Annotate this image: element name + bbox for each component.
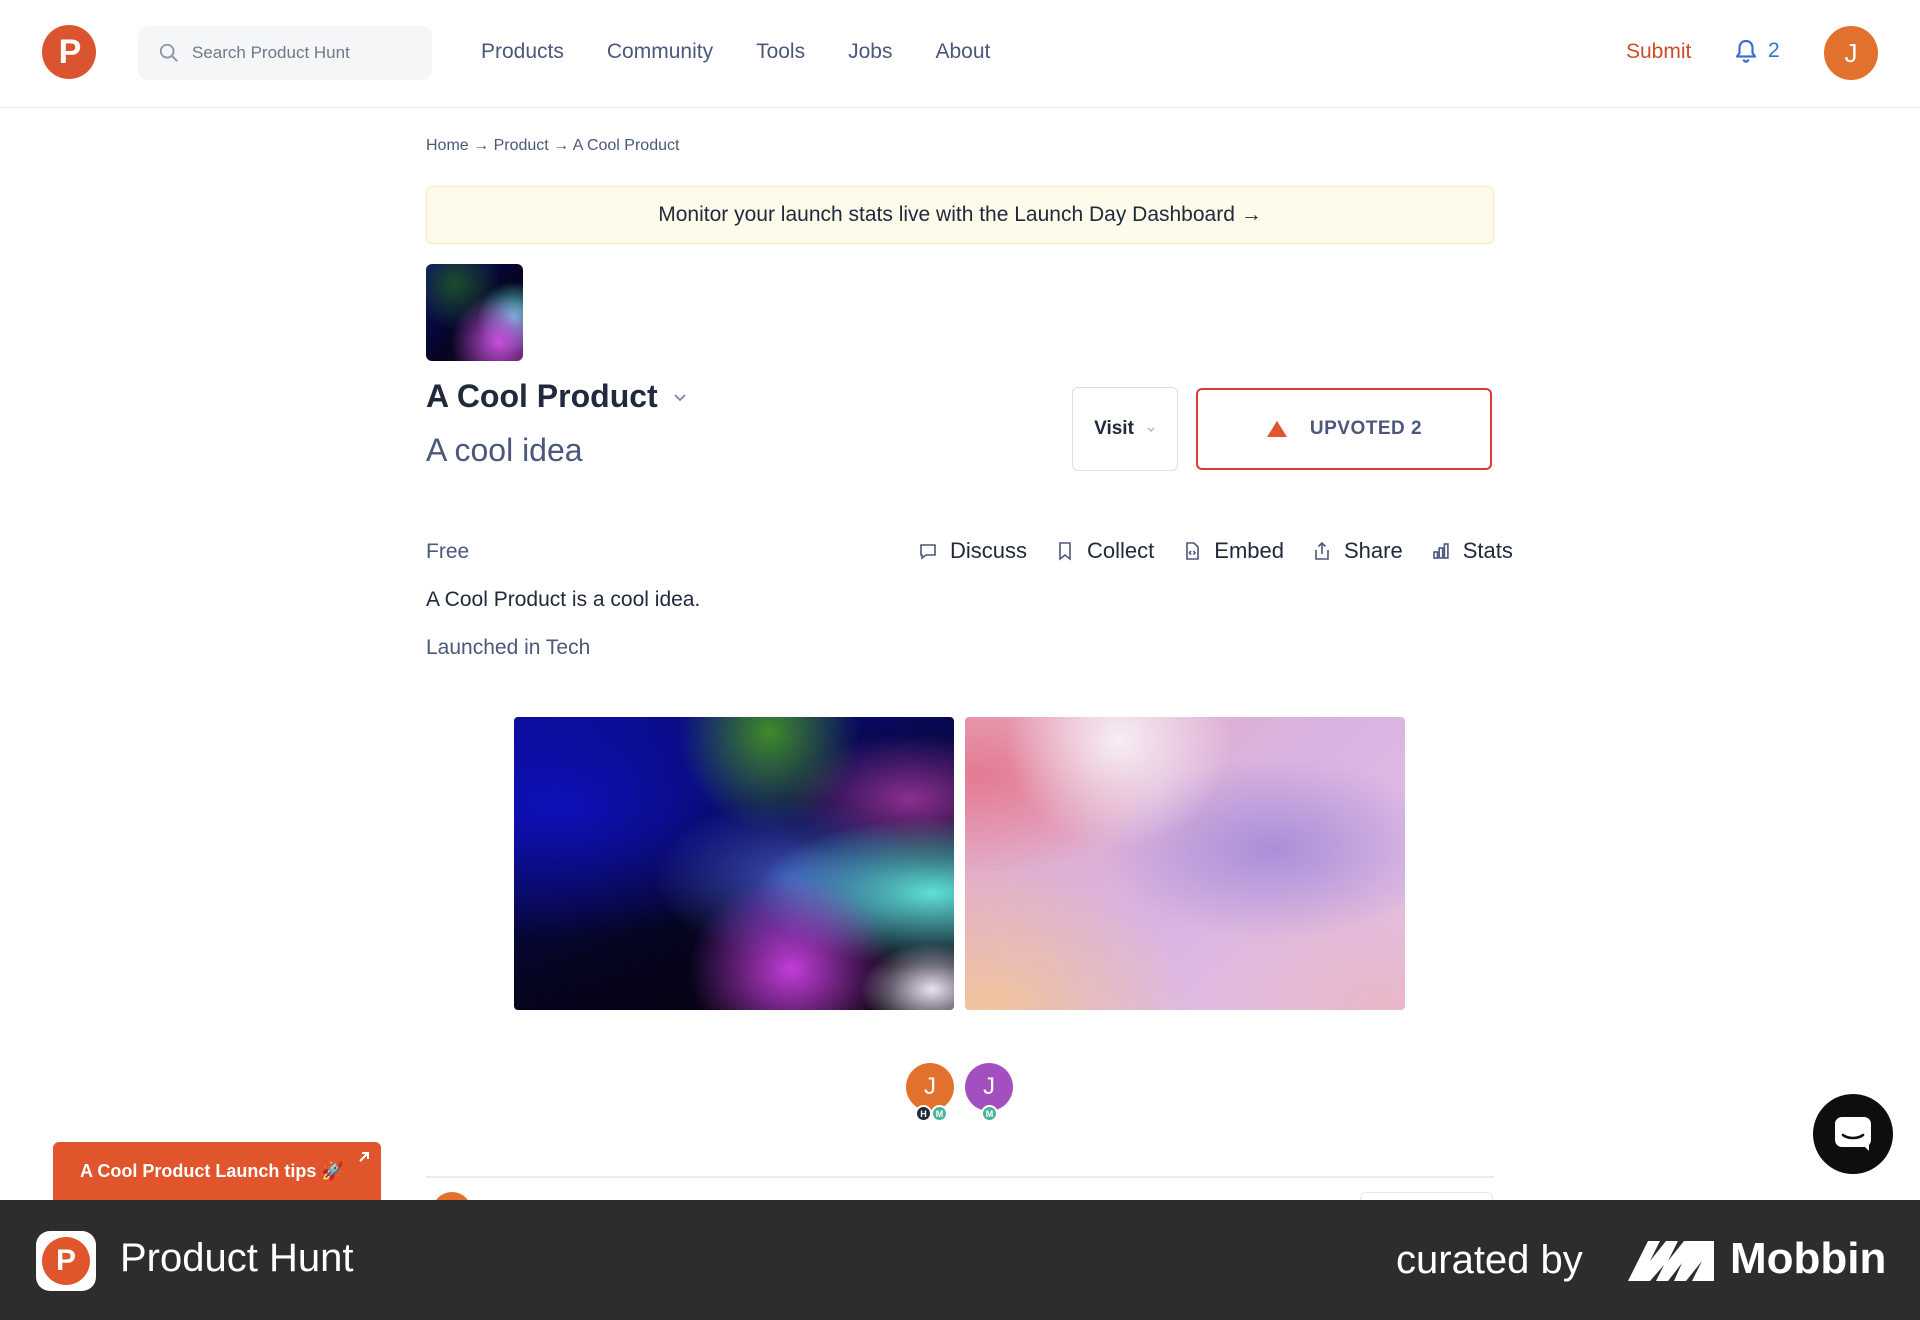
launch-tips-tab[interactable]: A Cool Product Launch tips 🚀 (53, 1142, 381, 1200)
user-avatar[interactable]: J (1824, 26, 1878, 80)
mobbin-logo-icon (1628, 1241, 1714, 1281)
maker-avatar[interactable]: J (906, 1063, 954, 1111)
search-input[interactable] (192, 43, 412, 63)
embed-label: Embed (1214, 538, 1284, 563)
search-box[interactable] (138, 26, 432, 80)
comment-icon (920, 544, 936, 560)
search-icon (159, 43, 178, 62)
mobbin-wordmark: Mobbin (1730, 1234, 1887, 1283)
product-thumbnail (426, 264, 523, 361)
launch-dashboard-banner[interactable]: Monitor your launch stats live with the … (426, 186, 1494, 244)
collect-button[interactable]: Collect (1055, 538, 1154, 564)
product-name: A Cool Product (426, 378, 658, 414)
hunter-badge: H (915, 1105, 932, 1122)
upvote-label: UPVOTED 2 (1309, 418, 1423, 439)
share-label: Share (1343, 538, 1403, 563)
product-description: A Cool Product is a cool idea. (426, 588, 701, 611)
stats-button[interactable]: Stats (1431, 538, 1513, 564)
visit-label: Visit (1094, 418, 1134, 439)
stats-label: Stats (1462, 538, 1513, 563)
product-hunt-logo[interactable]: P (42, 25, 96, 79)
discuss-label: Discuss (950, 538, 1028, 563)
external-arrow-icon (359, 1152, 369, 1162)
share-icon (1315, 541, 1329, 560)
chat-launcher[interactable] (1813, 1094, 1893, 1174)
gallery-image[interactable] (965, 717, 1405, 1010)
share-button[interactable]: Share (1312, 538, 1403, 564)
notification-count: 2 (1768, 39, 1780, 62)
nav-tools[interactable]: Tools (756, 40, 805, 64)
discuss-button[interactable]: Discuss (918, 538, 1027, 564)
visit-button[interactable]: Visit (1072, 387, 1178, 471)
nav-community[interactable]: Community (607, 40, 713, 64)
notifications-button[interactable]: 2 (1734, 38, 1780, 64)
product-tagline: A cool idea (426, 432, 583, 468)
gallery-image[interactable] (514, 717, 954, 1010)
maker-avatar[interactable]: J (965, 1063, 1013, 1111)
chevron-down-icon[interactable] (672, 389, 688, 405)
top-header: P Products Community Tools Jobs About Su… (0, 0, 1920, 108)
chat-icon (1835, 1117, 1871, 1151)
section-divider (426, 1176, 1494, 1178)
maker-badge: M (931, 1105, 948, 1122)
footer-bar: P Product Hunt curated by Mobbin (0, 1200, 1920, 1320)
upvote-button[interactable]: UPVOTED 2 (1196, 388, 1492, 470)
nav-about[interactable]: About (935, 40, 990, 64)
curated-by-label: curated by (1396, 1238, 1583, 1282)
nav-products[interactable]: Products (481, 40, 564, 64)
bell-icon (1735, 39, 1757, 63)
chevron-down-icon (1147, 427, 1155, 433)
launch-tips-label: A Cool Product Launch tips 🚀 (80, 1160, 344, 1181)
product-hunt-app-icon: P (36, 1231, 96, 1291)
maker-badge: M (981, 1105, 998, 1122)
main-nav: Products Community Tools Jobs About (481, 40, 1033, 64)
footer-app-name: Product Hunt (120, 1236, 354, 1280)
collect-label: Collect (1087, 538, 1155, 563)
logo-letter: P (58, 33, 82, 71)
product-actions: Discuss Collect Embed Share Stats (918, 538, 1513, 564)
bookmark-icon (1059, 542, 1071, 561)
launched-in-topic[interactable]: Launched in Tech (426, 636, 590, 660)
upvote-triangle-icon (1266, 421, 1287, 437)
embed-button[interactable]: Embed (1182, 538, 1284, 564)
pricing-label: Free (426, 540, 470, 563)
embed-file-icon (1186, 542, 1200, 560)
submit-link[interactable]: Submit (1626, 40, 1691, 64)
footer-logo-letter: P (42, 1237, 90, 1285)
bar-chart-icon (1432, 543, 1449, 559)
breadcrumb[interactable]: Home → Product → A Cool Product (426, 137, 679, 155)
product-title-row: A Cool Product (426, 378, 688, 415)
nav-jobs[interactable]: Jobs (848, 40, 892, 64)
